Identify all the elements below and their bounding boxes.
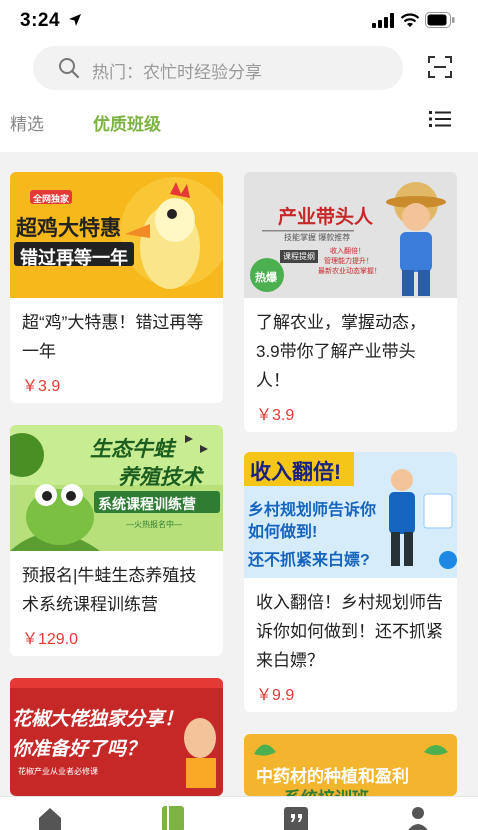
banner-headline: 产业带头人: [278, 207, 374, 228]
profile-icon[interactable]: [405, 805, 431, 830]
bottom-nav-bar: [0, 796, 478, 830]
search-bar[interactable]: 热门：农忙时经验分享: [33, 46, 403, 90]
banner-headline-2: 你准备好了吗？: [12, 739, 146, 760]
banner-headline: 生态牛蛙: [90, 438, 174, 461]
search-icon: [59, 58, 80, 79]
course-price: ￥3.9: [22, 378, 61, 395]
course-book-icon[interactable]: [160, 805, 186, 830]
status-bar: 3:24: [0, 0, 478, 44]
top-header: 3:24 热门：农忙时经验分享 精选 优质班级: [0, 0, 478, 152]
course-title: 预报名|牛蛙生态养殖技术系统课程训练营: [22, 566, 197, 614]
course-title: 了解农业，掌握动态，3.9带你了解产业带头人！: [256, 313, 426, 390]
scan-icon[interactable]: [428, 55, 452, 79]
status-time: 3:24: [20, 10, 61, 31]
banner-headline-2: 系统培训班: [284, 784, 369, 796]
tab-quality-classes[interactable]: 优质班级: [93, 110, 161, 135]
course-price: ￥129.0: [22, 631, 79, 648]
battery-icon: [425, 12, 455, 28]
course-price: ￥9.9: [256, 687, 295, 704]
banner-headline: 收入翻倍!: [250, 461, 341, 484]
banner-headline-2: 养殖技术: [118, 466, 202, 489]
cellular-signal-icon: [372, 13, 394, 28]
course-thumbnail: 全网独家 超鸡大特惠 错过再等一年: [10, 172, 223, 298]
course-thumbnail: 中药材的种植和盈利 系统培训班: [244, 734, 457, 796]
banner-headline: 花椒大佬独家分享！: [12, 709, 184, 730]
tab-featured[interactable]: 精选: [10, 110, 44, 135]
banner-badge: 全网独家: [33, 194, 70, 204]
course-thumbnail: 产业带头人 技能掌握 爆款推荐 课程提纲 收入翻倍！ 管理能力提升！ 最新农业动…: [244, 172, 457, 298]
banner-bullet: 管理能力提升！: [324, 258, 373, 265]
course-thumbnail: 花椒大佬独家分享！ 你准备好了吗？ 花椒产业从业者必修课: [10, 678, 223, 796]
banner-ribbon: 系统课程训练营: [98, 496, 196, 512]
course-thumbnail: 生态牛蛙 养殖技术 系统课程训练营 —火热报名中—: [10, 425, 223, 551]
banner-bullet: 收入翻倍！: [330, 248, 365, 255]
banner-subline: 技能掌握 爆款推荐: [284, 233, 351, 242]
banner-tag: 课程提纲: [280, 250, 318, 263]
course-card[interactable]: 产业带头人 技能掌握 爆款推荐 课程提纲 收入翻倍！ 管理能力提升！ 最新农业动…: [244, 172, 457, 432]
course-card[interactable]: 中药材的种植和盈利 系统培训班: [244, 734, 457, 796]
message-quote-icon[interactable]: [283, 805, 309, 830]
banner-small: 花椒产业从业者必修课: [18, 767, 98, 776]
banner-bullet: 最新农业动态掌握！: [318, 268, 381, 275]
banner-line: 还不抓紧来白嫖?: [248, 552, 370, 569]
course-card[interactable]: 生态牛蛙 养殖技术 系统课程训练营 —火热报名中— 预报名|牛蛙生态养殖技术系统…: [10, 425, 223, 656]
home-icon[interactable]: [37, 805, 63, 830]
search-placeholder: 热门：农忙时经验分享: [92, 63, 262, 82]
banner-headline: 超鸡大特惠: [16, 217, 121, 240]
course-card[interactable]: 收入翻倍! 乡村规划师告诉你 如何做到! 还不抓紧来白嫖? 收入翻倍！乡村规划师…: [244, 452, 457, 712]
banner-badge: 热爆: [255, 272, 277, 284]
course-price: ￥3.9: [256, 407, 295, 424]
banner-line: 乡村规划师告诉你: [248, 502, 377, 519]
course-title: 收入翻倍！乡村规划师告诉你如何做到！还不抓紧来白嫖？: [256, 593, 443, 670]
course-card[interactable]: 花椒大佬独家分享！ 你准备好了吗？ 花椒产业从业者必修课: [10, 678, 223, 796]
list-menu-icon[interactable]: [429, 110, 451, 128]
banner-small: —火热报名中—: [126, 520, 182, 529]
wifi-icon: [400, 13, 420, 27]
course-thumbnail: 收入翻倍! 乡村规划师告诉你 如何做到! 还不抓紧来白嫖?: [244, 452, 457, 578]
course-card[interactable]: 全网独家 超鸡大特惠 错过再等一年 超“鸡”大特惠！错过再等一年 ￥3.9: [10, 172, 223, 403]
banner-subline: 错过再等一年: [20, 248, 128, 268]
location-arrow-icon: [69, 14, 81, 26]
course-title: 超“鸡”大特惠！错过再等一年: [22, 313, 204, 361]
banner-line: 如何做到!: [248, 524, 318, 541]
